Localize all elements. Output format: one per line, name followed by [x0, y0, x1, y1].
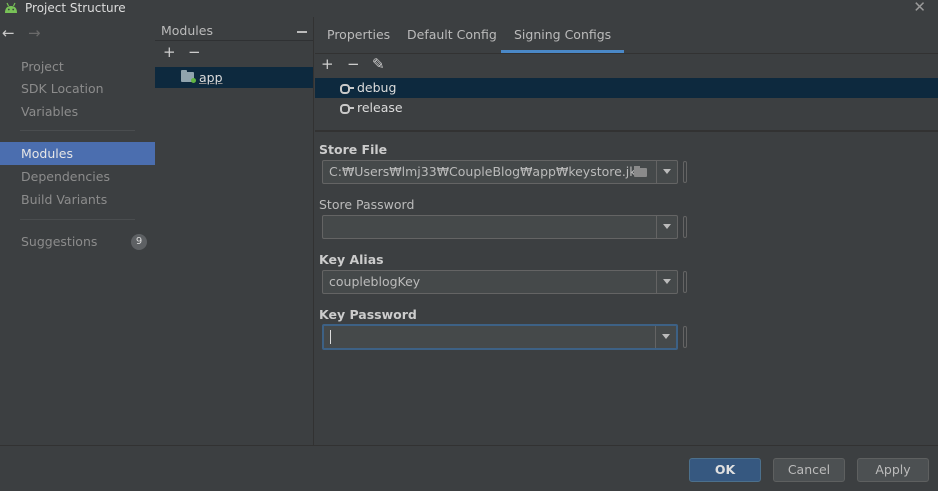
key-password-dropdown-button[interactable]: [655, 326, 676, 348]
signing-configs-panel: Properties Default Config Signing Config…: [315, 17, 938, 445]
nav-item-modules[interactable]: Modules: [0, 142, 155, 165]
remove-signing-config-icon[interactable]: −: [347, 55, 360, 73]
window-title: Project Structure: [25, 1, 126, 15]
tab-properties[interactable]: Properties: [327, 17, 390, 53]
chevron-down-icon: [662, 334, 670, 339]
tab-divider: [315, 53, 938, 54]
list-divider: [315, 130, 938, 132]
chevron-down-icon: [663, 224, 671, 229]
nav-item-suggestions-label: Suggestions: [21, 234, 98, 249]
left-navigation: ← → Project SDK Location Variables Modul…: [0, 17, 155, 445]
key-password-label: Key Password: [319, 307, 417, 322]
nav-item-build-variants[interactable]: Build Variants: [0, 188, 155, 211]
key-alias-value: coupleblogKey: [329, 274, 421, 289]
key-alias-dropdown-button[interactable]: [656, 271, 677, 293]
signing-config-release[interactable]: release: [315, 98, 938, 118]
nav-separator: [20, 219, 135, 220]
key-alias-field[interactable]: coupleblogKey: [322, 270, 678, 294]
key-alias-label: Key Alias: [319, 252, 384, 267]
nav-item-dependencies[interactable]: Dependencies: [0, 165, 155, 188]
modules-header: Modules: [161, 23, 213, 38]
store-file-field[interactable]: C:₩Users₩lmj33₩CoupleBlog₩app₩keystore.j…: [322, 160, 678, 184]
nav-item-suggestions[interactable]: Suggestions 9: [0, 230, 155, 253]
text-caret: [330, 330, 331, 344]
key-password-field[interactable]: [322, 324, 678, 350]
store-password-label: Store Password: [319, 197, 415, 212]
store-file-dropdown-button[interactable]: [656, 161, 677, 183]
ok-button[interactable]: OK: [689, 458, 761, 482]
close-icon[interactable]: ✕: [913, 0, 926, 15]
tab-default-config[interactable]: Default Config: [407, 17, 497, 53]
cancel-button[interactable]: Cancel: [773, 458, 845, 482]
dialog-footer: OK Cancel Apply: [0, 445, 938, 491]
back-arrow-icon[interactable]: ←: [2, 25, 15, 41]
tab-bar: Properties Default Config Signing Config…: [315, 17, 938, 53]
apply-button[interactable]: Apply: [857, 458, 929, 482]
remove-module-icon[interactable]: −: [188, 44, 201, 60]
signing-config-label: release: [357, 100, 403, 115]
nav-item-sdk-location[interactable]: SDK Location: [0, 77, 155, 100]
forward-arrow-icon[interactable]: →: [28, 25, 41, 41]
edit-signing-config-icon[interactable]: ✎: [372, 55, 385, 73]
store-password-dropdown-button[interactable]: [656, 216, 677, 238]
store-file-label: Store File: [319, 142, 388, 157]
store-password-field[interactable]: [322, 215, 678, 239]
chevron-down-icon: [663, 169, 671, 174]
add-module-icon[interactable]: +: [163, 44, 176, 60]
add-signing-config-icon[interactable]: +: [321, 55, 334, 73]
nav-separator: [20, 130, 135, 131]
browse-folder-icon[interactable]: [634, 166, 647, 177]
signing-config-label: debug: [357, 80, 397, 95]
modules-panel: Modules + − app: [155, 17, 314, 445]
module-item-label: app: [199, 70, 223, 85]
chevron-down-icon: [663, 279, 671, 284]
store-password-extra-handle[interactable]: [683, 216, 687, 238]
modules-header-divider: [155, 40, 313, 41]
tab-signing-configs[interactable]: Signing Configs: [500, 17, 625, 53]
key-password-extra-handle[interactable]: [683, 326, 687, 348]
store-file-extra-handle[interactable]: [683, 161, 687, 183]
android-icon: [5, 2, 17, 13]
module-status-dot-icon: [191, 78, 196, 83]
module-item-app[interactable]: app: [155, 67, 313, 88]
store-file-value: C:₩Users₩lmj33₩CoupleBlog₩app₩keystore.j…: [329, 164, 644, 179]
title-bar: Project Structure ✕: [0, 0, 938, 17]
collapse-panel-icon[interactable]: [297, 31, 307, 33]
key-icon: [340, 83, 354, 94]
nav-item-project[interactable]: Project: [0, 55, 155, 78]
signing-config-debug[interactable]: debug: [315, 78, 938, 98]
key-alias-extra-handle[interactable]: [683, 271, 687, 293]
suggestions-count-badge: 9: [131, 234, 147, 250]
key-icon: [340, 103, 354, 114]
nav-item-variables[interactable]: Variables: [0, 100, 155, 123]
